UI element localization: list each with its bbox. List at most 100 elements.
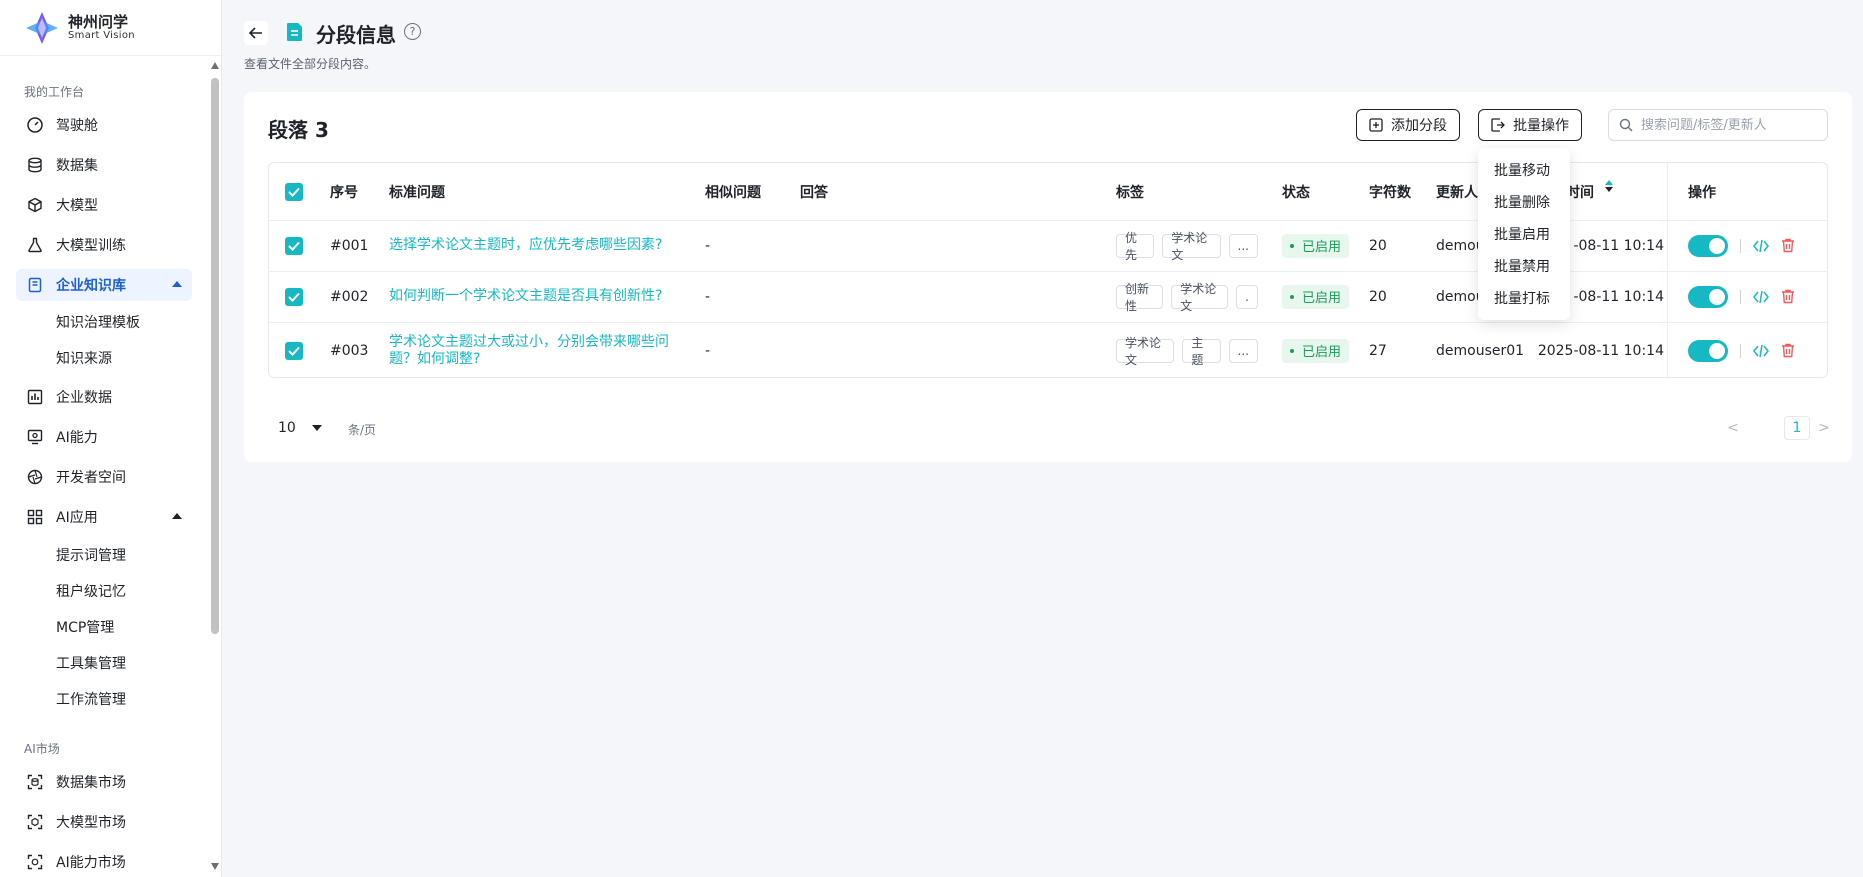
tag-chip[interactable]: 学术论文 bbox=[1171, 282, 1229, 313]
sidebar-item-model-training[interactable]: 大模型训练 bbox=[16, 229, 192, 261]
row-tags: 创新性 学术论文 . bbox=[1116, 271, 1266, 322]
sidebar-item-datasets[interactable]: 数据集 bbox=[16, 149, 192, 181]
sidebar-subitem-template[interactable]: 知识治理模板 bbox=[56, 312, 140, 332]
add-segment-label: 添加分段 bbox=[1391, 118, 1447, 134]
section-market: AI市场 bbox=[24, 742, 60, 756]
row-status-cell: 已启用 bbox=[1282, 322, 1350, 377]
row-similar: - bbox=[705, 342, 711, 359]
sidebar-subitem-workflow[interactable]: 工作流管理 bbox=[56, 689, 126, 709]
sort-toggle[interactable] bbox=[1605, 180, 1613, 192]
sidebar-subitem-prompts[interactable]: 提示词管理 bbox=[56, 545, 126, 565]
row-tags: 优先 学术论文 ... bbox=[1116, 220, 1266, 271]
gauge-icon bbox=[26, 116, 44, 134]
next-page-button[interactable]: > bbox=[1812, 416, 1836, 440]
sidebar-item-label: 大模型训练 bbox=[56, 238, 126, 254]
tag-chip[interactable]: 创新性 bbox=[1116, 282, 1164, 313]
enable-toggle[interactable] bbox=[1688, 339, 1728, 362]
col-similar: 相似问题 bbox=[705, 184, 761, 201]
batch-operation-button[interactable]: 批量操作 bbox=[1478, 109, 1582, 141]
segments-card: 段落 3 添加分段 批量操作 序号 标准问题 相似问题 回答 标签 状态 字符数… bbox=[244, 92, 1852, 462]
sidebar-item-knowledge-base[interactable]: 企业知识库 bbox=[16, 269, 192, 301]
row-updater: demouser01 bbox=[1436, 342, 1525, 359]
document-icon bbox=[286, 22, 304, 42]
sidebar-item-ai-apps[interactable]: AI应用 bbox=[16, 501, 192, 533]
sidebar-item-cockpit[interactable]: 驾驶舱 bbox=[16, 109, 192, 141]
sidebar-item-label: 驾驶舱 bbox=[56, 118, 98, 134]
col-time[interactable]: 时间 bbox=[1566, 163, 1594, 220]
col-index: 序号 bbox=[330, 184, 358, 201]
row-question-line: 学术论文主题过大或过小，分别会带来哪些问 bbox=[389, 334, 669, 351]
search-input[interactable] bbox=[1641, 117, 1821, 133]
tag-chip[interactable]: 主题 bbox=[1182, 336, 1221, 367]
page-number-button[interactable]: 1 bbox=[1784, 416, 1810, 440]
sidebar-scrollbar[interactable] bbox=[210, 60, 220, 872]
brand-logo[interactable]: 神州问学 Smart Vision bbox=[0, 0, 221, 56]
scroll-down-arrow-icon[interactable] bbox=[211, 863, 219, 870]
menu-item-batch-tag[interactable]: 批量打标 bbox=[1478, 282, 1570, 314]
select-all-checkbox[interactable] bbox=[285, 182, 303, 201]
delete-icon[interactable] bbox=[1781, 238, 1795, 253]
row-question-link[interactable]: 选择学术论文主题时，应优先考虑哪些因素? bbox=[389, 220, 662, 271]
brand-name-en: Smart Vision bbox=[68, 30, 135, 42]
row-index: #002 bbox=[330, 288, 369, 305]
row-index: #003 bbox=[330, 342, 369, 359]
sidebar-item-ai-market[interactable]: AI能力市场 bbox=[16, 846, 192, 877]
sidebar-item-label: 企业知识库 bbox=[56, 278, 126, 294]
sidebar-subitem-memory[interactable]: 租户级记忆 bbox=[56, 581, 126, 601]
sidebar-item-enterprise-data[interactable]: 企业数据 bbox=[16, 381, 192, 413]
tag-more-chip[interactable]: ... bbox=[1228, 233, 1258, 258]
plus-square-icon bbox=[1369, 118, 1383, 132]
sidebar-item-models[interactable]: 大模型 bbox=[16, 189, 192, 221]
row-question-link[interactable]: 学术论文主题过大或过小，分别会带来哪些问 题？如何调整? bbox=[389, 322, 689, 377]
tag-more-chip[interactable]: . bbox=[1236, 284, 1258, 309]
menu-item-batch-delete[interactable]: 批量删除 bbox=[1478, 186, 1570, 218]
delete-icon[interactable] bbox=[1781, 343, 1795, 358]
delete-icon[interactable] bbox=[1781, 289, 1795, 304]
scroll-up-arrow-icon[interactable] bbox=[211, 62, 219, 69]
enable-toggle[interactable] bbox=[1688, 285, 1728, 308]
tag-chip[interactable]: 学术论文 bbox=[1162, 231, 1221, 262]
sidebar-item-model-market[interactable]: 大模型市场 bbox=[16, 806, 192, 838]
row-checkbox[interactable] bbox=[285, 287, 303, 306]
page-size-select[interactable]: 10 bbox=[268, 412, 338, 444]
row-actions bbox=[1688, 322, 1795, 377]
search-box[interactable] bbox=[1608, 109, 1828, 141]
col-updater: 更新人 bbox=[1436, 184, 1478, 201]
prev-page-button[interactable]: < bbox=[1721, 416, 1745, 440]
tag-chip[interactable]: 优先 bbox=[1116, 231, 1155, 262]
tag-more-chip[interactable]: ... bbox=[1228, 338, 1258, 363]
sidebar-subitem-tools[interactable]: 工具集管理 bbox=[56, 653, 126, 673]
row-similar: - bbox=[705, 237, 711, 254]
back-button[interactable] bbox=[244, 21, 268, 45]
sidebar-subitem-source[interactable]: 知识来源 bbox=[56, 348, 112, 368]
row-question-link[interactable]: 如何判断一个学术论文主题是否具有创新性? bbox=[389, 271, 662, 322]
col-actions: 操作 bbox=[1688, 184, 1716, 201]
tag-chip[interactable]: 学术论文 bbox=[1116, 336, 1175, 367]
sidebar-item-dataset-market[interactable]: 数据集市场 bbox=[16, 766, 192, 798]
menu-item-batch-move[interactable]: 批量移动 bbox=[1478, 154, 1570, 186]
aperture-icon bbox=[26, 468, 44, 486]
table-row-1-checkbox-cell bbox=[285, 220, 303, 271]
code-edit-icon[interactable] bbox=[1753, 344, 1769, 358]
col-status: 状态 bbox=[1282, 184, 1310, 201]
row-checkbox[interactable] bbox=[285, 341, 303, 360]
menu-item-batch-disable[interactable]: 批量禁用 bbox=[1478, 250, 1570, 282]
help-icon[interactable]: ? bbox=[404, 23, 421, 40]
code-edit-icon[interactable] bbox=[1753, 239, 1769, 253]
sidebar-item-ai-capability[interactable]: AI能力 bbox=[16, 421, 192, 453]
sidebar-item-developer[interactable]: 开发者空间 bbox=[16, 461, 192, 493]
row-checkbox[interactable] bbox=[285, 236, 303, 255]
enable-toggle[interactable] bbox=[1688, 234, 1728, 257]
scan-cube-icon bbox=[26, 813, 44, 831]
col-question: 标准问题 bbox=[389, 184, 445, 201]
header-checkbox-cell bbox=[285, 163, 303, 220]
card-title: 段落 3 bbox=[268, 118, 329, 142]
scroll-thumb[interactable] bbox=[211, 78, 219, 634]
sidebar-subitem-mcp[interactable]: MCP管理 bbox=[56, 617, 114, 637]
menu-item-batch-enable[interactable]: 批量启用 bbox=[1478, 218, 1570, 250]
code-edit-icon[interactable] bbox=[1753, 290, 1769, 304]
bar-chart-icon bbox=[26, 388, 44, 406]
cube-icon bbox=[26, 196, 44, 214]
add-segment-button[interactable]: 添加分段 bbox=[1356, 109, 1460, 141]
check-icon bbox=[288, 346, 300, 356]
